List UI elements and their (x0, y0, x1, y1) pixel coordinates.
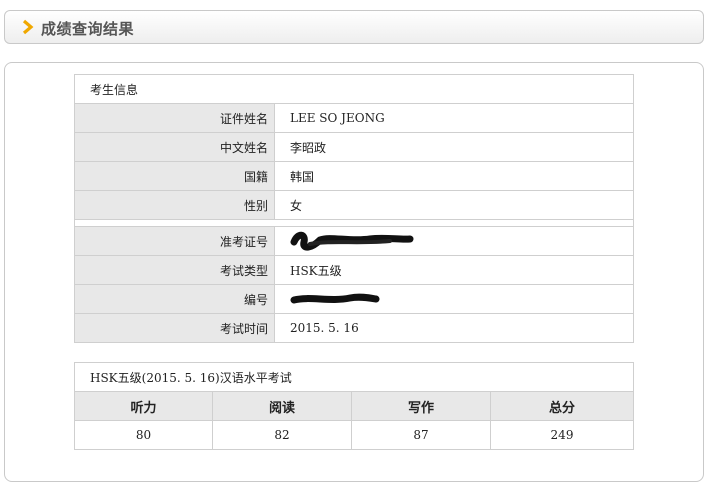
field-label: 性别 (74, 190, 275, 220)
score-header: 听力 (74, 391, 213, 421)
info-row: 证件姓名 LEE SO JEONG (74, 103, 634, 133)
field-value: LEE SO JEONG (274, 103, 634, 133)
field-label: 中文姓名 (74, 132, 275, 162)
score-header: 写作 (351, 391, 491, 421)
field-label: 国籍 (74, 161, 275, 191)
redaction-scribble (290, 231, 414, 251)
info-row: 性别 女 (74, 190, 634, 220)
score-value: 249 (490, 420, 634, 450)
score-value: 87 (351, 420, 491, 450)
field-label: 证件姓名 (74, 103, 275, 133)
score-header: 总分 (490, 391, 634, 421)
field-value: 李昭政 (274, 132, 634, 162)
score-value: 82 (212, 420, 352, 450)
field-value: 2015. 5. 16 (274, 313, 634, 343)
score-value: 80 (74, 420, 213, 450)
chevron-right-icon (22, 19, 34, 35)
spacer-cell (74, 219, 634, 227)
field-value-redacted (274, 226, 634, 256)
field-value: HSK五级 (274, 255, 634, 285)
redaction-scribble (290, 293, 380, 304)
section-title: 考生信息 (74, 74, 634, 104)
score-header: 阅读 (212, 391, 352, 421)
section-header-row: 考生信息 (74, 74, 634, 104)
info-row: 编号 (74, 284, 634, 314)
info-row: 准考证号 (74, 226, 634, 256)
score-header-row: 听力 阅读 写作 总分 (74, 391, 634, 421)
field-value: 女 (274, 190, 634, 220)
info-row: 考试类型 HSK五级 (74, 255, 634, 285)
field-label: 编号 (74, 284, 275, 314)
score-caption: HSK五级(2015. 5. 16)汉语水平考试 (74, 362, 634, 392)
score-caption-row: HSK五级(2015. 5. 16)汉语水平考试 (74, 362, 634, 392)
spacer-row (74, 219, 634, 227)
info-row: 考试时间 2015. 5. 16 (74, 313, 634, 343)
score-table: HSK五级(2015. 5. 16)汉语水平考试 听力 阅读 写作 总分 80 … (74, 362, 634, 450)
field-value: 韩国 (274, 161, 634, 191)
info-row: 中文姓名 李昭政 (74, 132, 634, 162)
field-value-redacted (274, 284, 634, 314)
results-header-bar: 成绩查询结果 (4, 10, 704, 44)
field-label: 考试时间 (74, 313, 275, 343)
field-label: 准考证号 (74, 226, 275, 256)
page-title: 成绩查询结果 (41, 20, 135, 38)
info-row: 国籍 韩国 (74, 161, 634, 191)
candidate-info-table: 考生信息 证件姓名 LEE SO JEONG 中文姓名 李昭政 国籍 韩国 性别… (74, 74, 634, 343)
score-value-row: 80 82 87 249 (74, 420, 634, 450)
field-label: 考试类型 (74, 255, 275, 285)
